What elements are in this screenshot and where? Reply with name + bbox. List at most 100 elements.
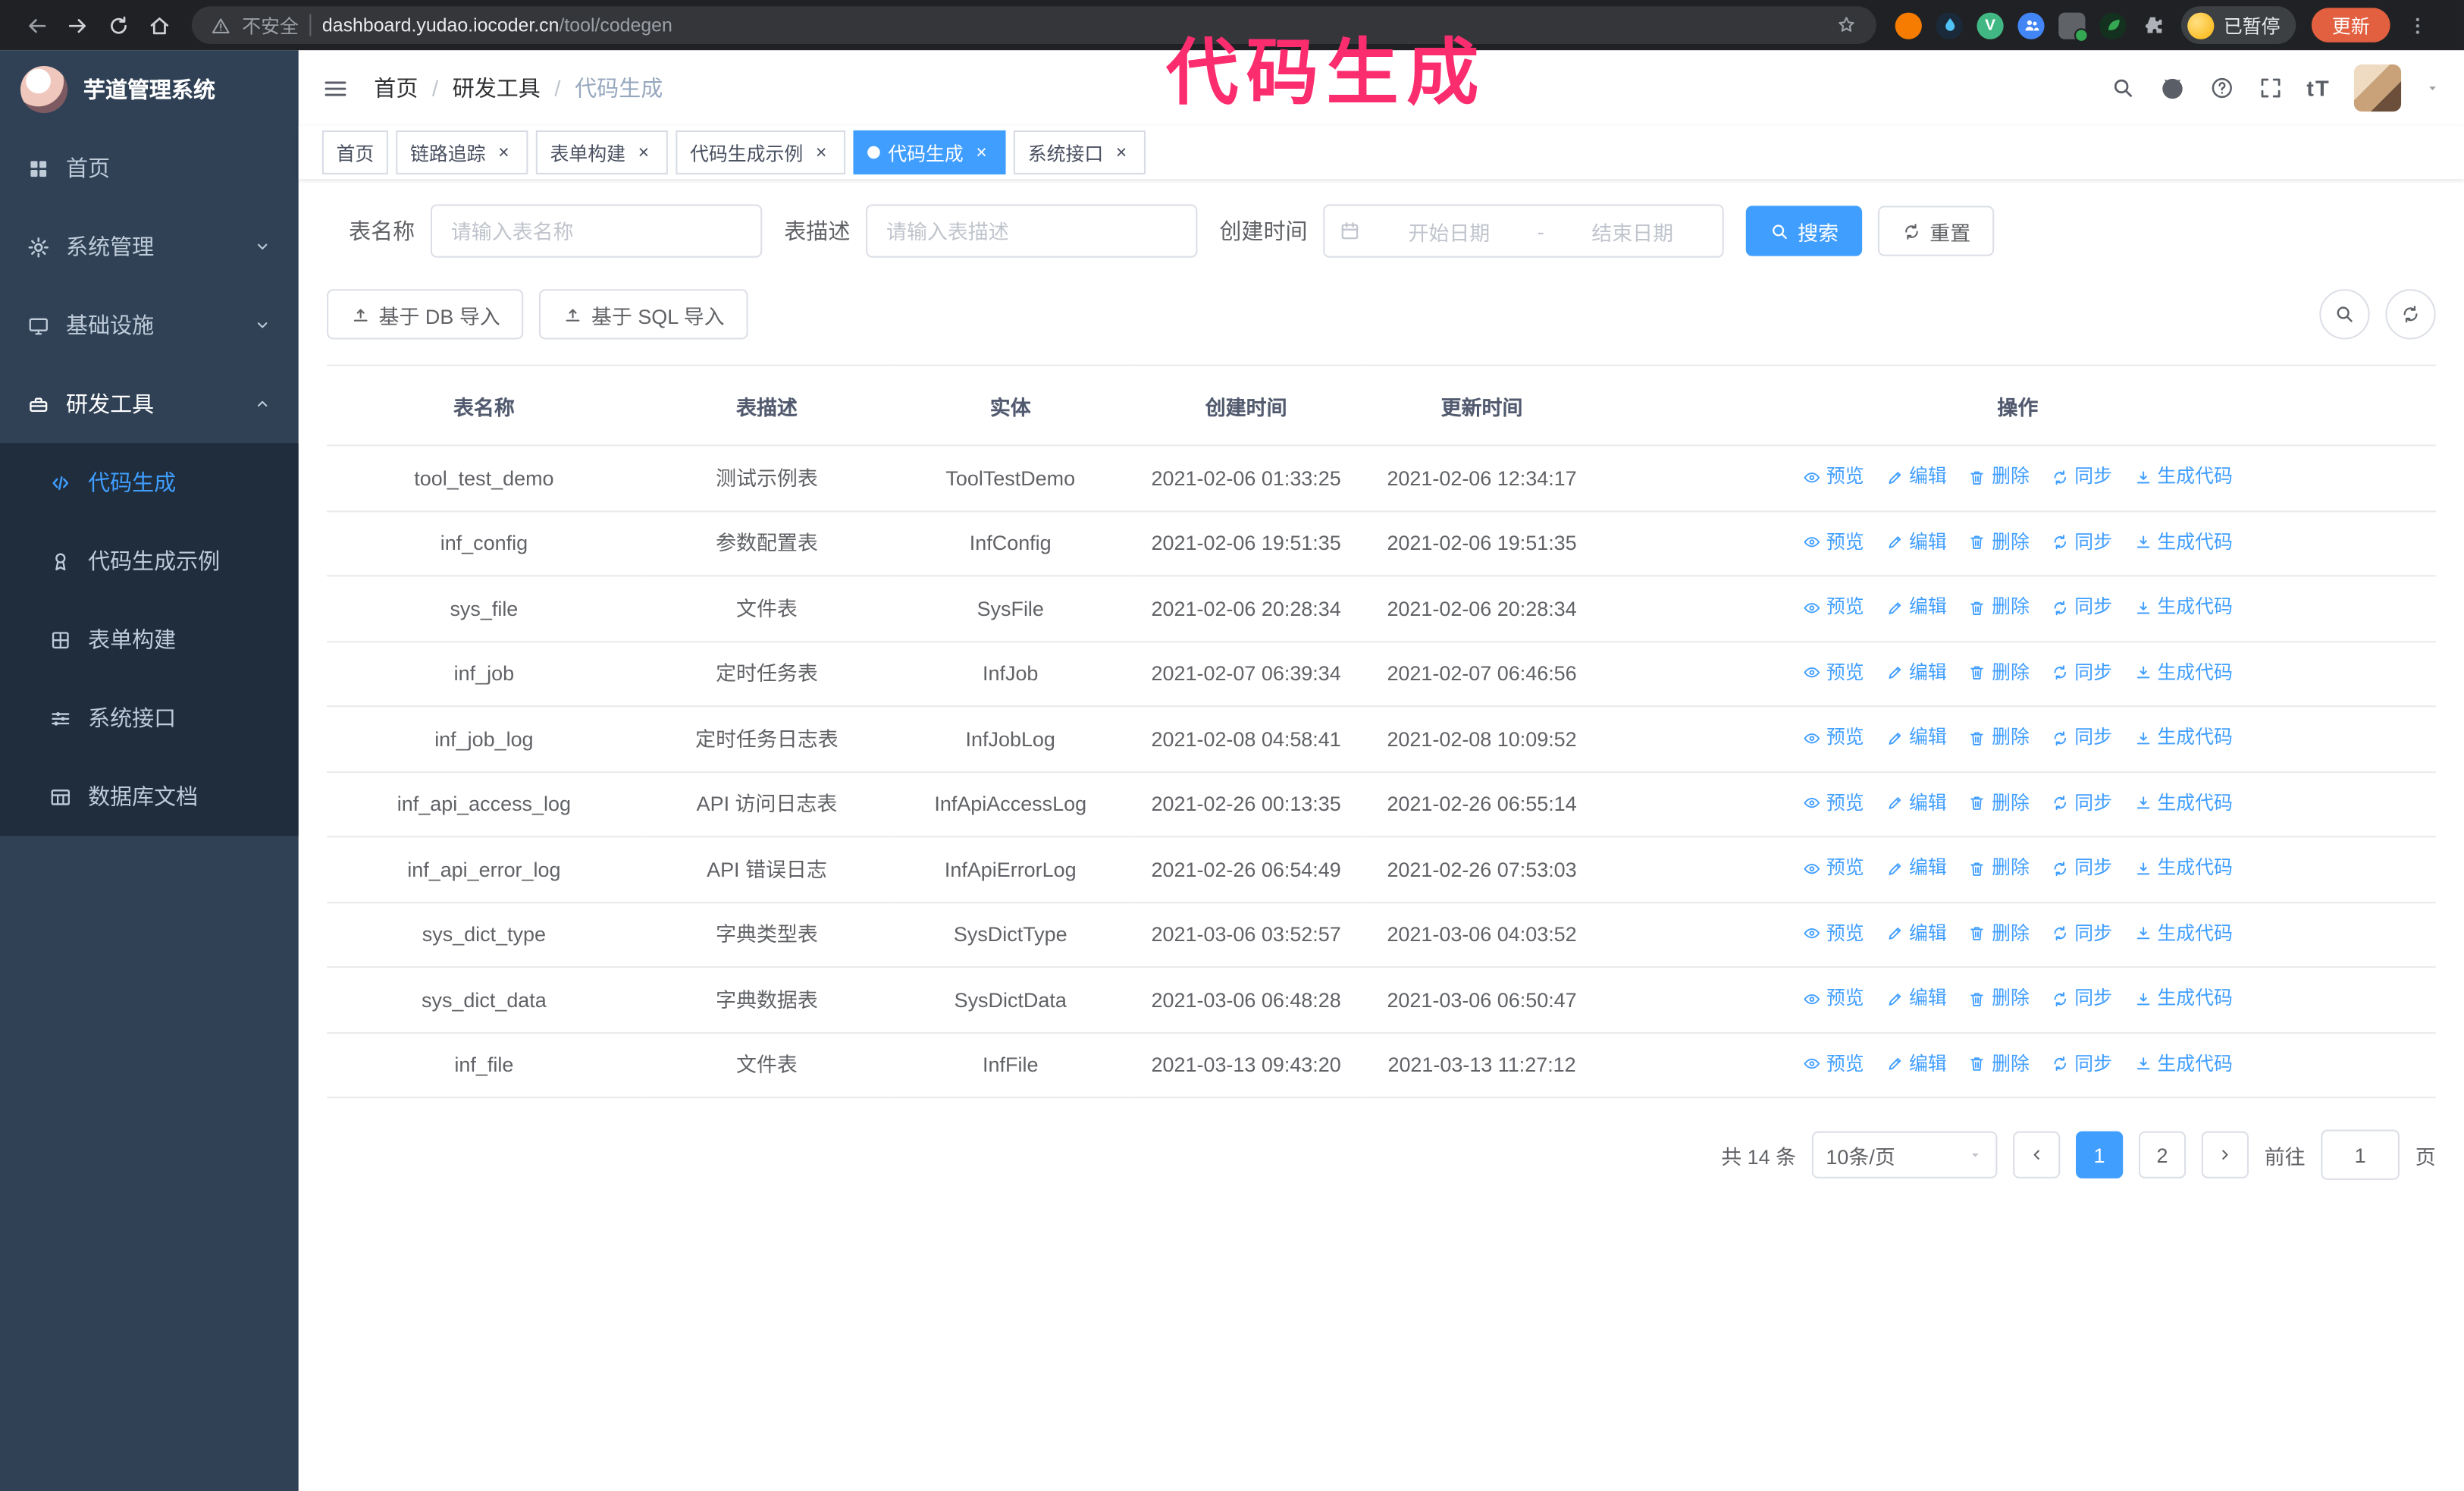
- goto-page-input[interactable]: [2321, 1129, 2400, 1180]
- delete-link[interactable]: 删除: [1968, 591, 2030, 624]
- preview-link[interactable]: 预览: [1803, 982, 1864, 1015]
- edit-link[interactable]: 编辑: [1886, 591, 1947, 624]
- generate-code-link[interactable]: 生成代码: [2133, 526, 2233, 559]
- generate-code-link[interactable]: 生成代码: [2133, 721, 2233, 755]
- delete-link[interactable]: 删除: [1968, 721, 2030, 755]
- page-size-select[interactable]: 10条/页: [1811, 1131, 1998, 1179]
- search-button[interactable]: 搜索: [1745, 206, 1863, 256]
- tab-home[interactable]: 首页: [321, 130, 388, 174]
- prev-page-button[interactable]: [2013, 1131, 2061, 1179]
- close-icon[interactable]: ×: [811, 142, 832, 162]
- sync-link[interactable]: 同步: [2051, 526, 2112, 559]
- edit-link[interactable]: 编辑: [1886, 526, 1947, 559]
- sidebar-item-infrastructure[interactable]: 基础设施: [0, 286, 299, 365]
- tab-form-builder[interactable]: 表单构建 ×: [535, 130, 668, 174]
- sidebar-subitem-codegen[interactable]: 代码生成: [0, 443, 299, 522]
- delete-link[interactable]: 删除: [1968, 852, 2030, 885]
- breadcrumb-item[interactable]: 首页: [374, 72, 452, 103]
- help-icon[interactable]: [2209, 75, 2234, 100]
- browser-back-button[interactable]: [16, 5, 57, 46]
- sync-link[interactable]: 同步: [2051, 852, 2112, 885]
- github-icon[interactable]: [2158, 74, 2185, 101]
- zoom-button[interactable]: [2319, 289, 2370, 340]
- delete-link[interactable]: 删除: [1968, 786, 2030, 820]
- tab-system-api[interactable]: 系统接口 ×: [1014, 130, 1146, 174]
- delete-link[interactable]: 删除: [1968, 656, 2030, 689]
- close-icon[interactable]: ×: [971, 142, 992, 162]
- extension-people-icon[interactable]: [2017, 11, 2045, 39]
- sidebar-subitem-codegen-example[interactable]: 代码生成示例: [0, 522, 299, 601]
- sidebar-item-home[interactable]: 首页: [0, 129, 299, 208]
- edit-link[interactable]: 编辑: [1886, 656, 1947, 689]
- bookmark-star-icon[interactable]: [1835, 14, 1857, 36]
- table-name-input[interactable]: [430, 204, 763, 258]
- sidebar-item-dev-tools[interactable]: 研发工具: [0, 365, 299, 444]
- sync-link[interactable]: 同步: [2051, 982, 2112, 1015]
- generate-code-link[interactable]: 生成代码: [2133, 591, 2233, 624]
- browser-menu-button[interactable]: [2397, 5, 2437, 46]
- preview-link[interactable]: 预览: [1803, 1047, 1864, 1081]
- extension-leaf-icon[interactable]: [2099, 11, 2127, 39]
- sidebar-subitem-form-builder[interactable]: 表单构建: [0, 600, 299, 679]
- browser-home-button[interactable]: [138, 5, 179, 46]
- sidebar-subitem-db-docs[interactable]: 数据库文档: [0, 758, 299, 837]
- caret-down-icon[interactable]: [2425, 80, 2440, 96]
- generate-code-link[interactable]: 生成代码: [2133, 656, 2233, 689]
- app-logo[interactable]: 芋道管理系统: [0, 50, 299, 129]
- preview-link[interactable]: 预览: [1803, 526, 1864, 559]
- import-db-button[interactable]: 基于 DB 导入: [327, 289, 524, 340]
- generate-code-link[interactable]: 生成代码: [2133, 460, 2233, 494]
- delete-link[interactable]: 删除: [1968, 460, 2030, 494]
- preview-link[interactable]: 预览: [1803, 591, 1864, 624]
- import-sql-button[interactable]: 基于 SQL 导入: [539, 289, 748, 340]
- preview-link[interactable]: 预览: [1803, 917, 1864, 950]
- close-icon[interactable]: ×: [1111, 142, 1132, 162]
- tab-trace[interactable]: 链路追踪 ×: [396, 130, 528, 174]
- page-button-1[interactable]: 1: [2075, 1131, 2124, 1179]
- delete-link[interactable]: 删除: [1968, 982, 2030, 1015]
- edit-link[interactable]: 编辑: [1886, 982, 1947, 1015]
- profile-paused-chip[interactable]: 已暂停: [2180, 6, 2296, 45]
- sidebar-item-system-management[interactable]: 系统管理: [0, 207, 299, 286]
- address-bar[interactable]: 不安全 dashboard.yudao.iocoder.cn/tool/code…: [191, 6, 1876, 45]
- sync-link[interactable]: 同步: [2051, 460, 2112, 494]
- generate-code-link[interactable]: 生成代码: [2133, 982, 2233, 1015]
- browser-forward-button[interactable]: [57, 5, 98, 46]
- generate-code-link[interactable]: 生成代码: [2133, 852, 2233, 885]
- sync-link[interactable]: 同步: [2051, 656, 2112, 689]
- date-range-picker[interactable]: 开始日期 - 结束日期: [1323, 204, 1724, 258]
- reset-button[interactable]: 重置: [1877, 206, 1995, 256]
- next-page-button[interactable]: [2201, 1131, 2249, 1179]
- edit-link[interactable]: 编辑: [1886, 917, 1947, 950]
- browser-reload-button[interactable]: [98, 5, 139, 46]
- font-size-icon[interactable]: tT: [2306, 75, 2331, 100]
- refresh-button[interactable]: [2385, 289, 2436, 340]
- breadcrumb-item[interactable]: 研发工具: [453, 72, 575, 103]
- sync-link[interactable]: 同步: [2051, 591, 2112, 624]
- edit-link[interactable]: 编辑: [1886, 786, 1947, 820]
- extension-gray-icon[interactable]: [2058, 11, 2089, 42]
- page-button-2[interactable]: 2: [2138, 1131, 2187, 1179]
- extension-drop-icon[interactable]: [1936, 11, 1963, 39]
- generate-code-link[interactable]: 生成代码: [2133, 786, 2233, 820]
- vue-devtools-extension-icon[interactable]: V: [1977, 11, 2004, 39]
- browser-update-button[interactable]: 更新: [2311, 8, 2390, 42]
- sync-link[interactable]: 同步: [2051, 786, 2112, 820]
- preview-link[interactable]: 预览: [1803, 460, 1864, 494]
- extensions-puzzle-icon[interactable]: [2140, 13, 2165, 38]
- extension-orange-icon[interactable]: [1895, 11, 1922, 39]
- close-icon[interactable]: ×: [494, 142, 514, 162]
- sync-link[interactable]: 同步: [2051, 917, 2112, 950]
- fullscreen-icon[interactable]: [2258, 75, 2283, 100]
- sync-link[interactable]: 同步: [2051, 721, 2112, 755]
- preview-link[interactable]: 预览: [1803, 852, 1864, 885]
- edit-link[interactable]: 编辑: [1886, 1047, 1947, 1081]
- preview-link[interactable]: 预览: [1803, 656, 1864, 689]
- tab-codegen[interactable]: 代码生成 ×: [853, 130, 1006, 174]
- delete-link[interactable]: 删除: [1968, 1047, 2030, 1081]
- preview-link[interactable]: 预览: [1803, 786, 1864, 820]
- close-icon[interactable]: ×: [633, 142, 654, 162]
- generate-code-link[interactable]: 生成代码: [2133, 1047, 2233, 1081]
- delete-link[interactable]: 删除: [1968, 917, 2030, 950]
- sync-link[interactable]: 同步: [2051, 1047, 2112, 1081]
